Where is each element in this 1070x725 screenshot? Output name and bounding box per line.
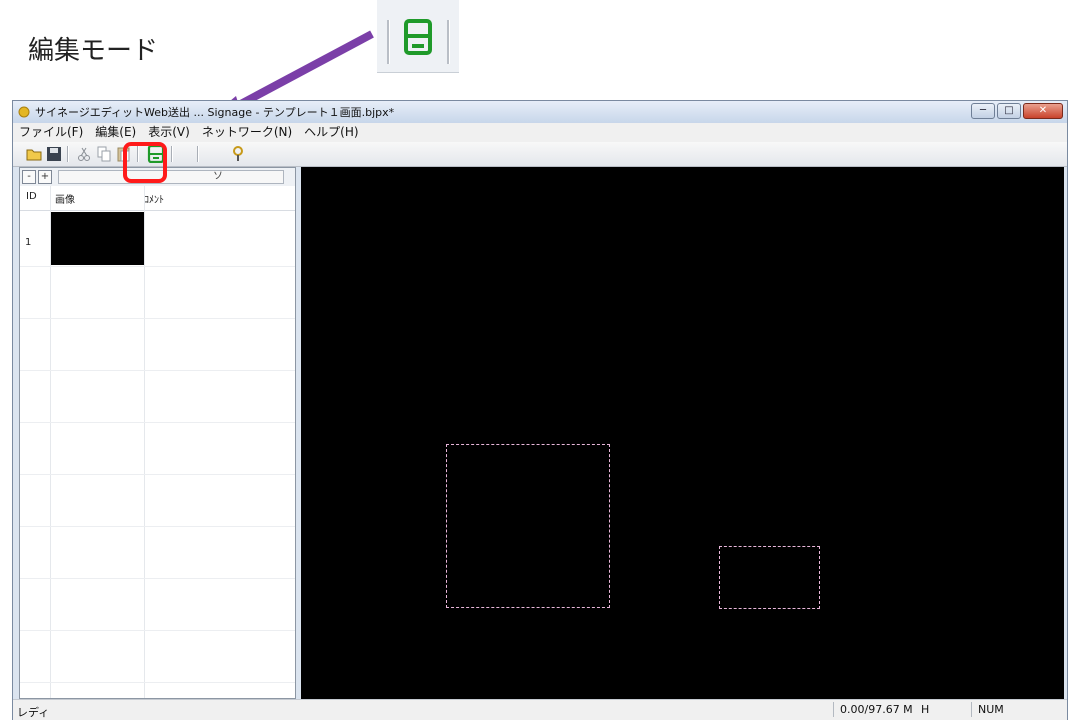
content-zone[interactable] [719, 546, 820, 609]
maximize-button[interactable]: □ [997, 103, 1021, 119]
zoomed-toolbar-snippet [377, 0, 459, 73]
column-header-comment[interactable]: ｺﾒﾝﾄ [144, 191, 164, 206]
column-header-image[interactable]: 画像 [55, 191, 75, 206]
menu-view[interactable]: 表示(V) [142, 123, 196, 142]
table-row-id[interactable]: 1 [25, 237, 31, 248]
menu-edit[interactable]: 編集(E) [89, 123, 142, 142]
grid-line [20, 266, 295, 267]
panel-tab[interactable]: ソ [58, 170, 284, 184]
grid-line [20, 370, 295, 371]
window-title: サイネージエディットWeb送出 ... Signage - テンプレート１画面.… [35, 106, 395, 119]
menu-file[interactable]: ファイル(F) [13, 123, 89, 142]
menu-network[interactable]: ネットワーク(N) [196, 123, 298, 142]
column-header-id[interactable]: ID [26, 191, 37, 202]
toolbar-separator [67, 146, 69, 162]
minimize-button[interactable]: ─ [971, 103, 995, 119]
toolbar-separator [447, 20, 450, 64]
menu-help[interactable]: ヘルプ(H) [298, 123, 364, 142]
cut-icon[interactable] [75, 145, 93, 163]
content-zone[interactable] [446, 444, 610, 608]
grid-line [20, 422, 295, 423]
table-header: ID 画像 ｺﾒﾝﾄ [20, 186, 295, 211]
grid-line [20, 682, 295, 683]
table-row-thumbnail[interactable] [51, 212, 144, 265]
edit-mode-callout-label: 編集モード [28, 36, 159, 66]
grid-line [20, 578, 295, 579]
toolbar-separator [171, 146, 173, 162]
status-mode: H [921, 703, 930, 716]
close-button[interactable]: ✕ [1023, 103, 1063, 119]
status-num: NUM [971, 702, 1038, 717]
layout-canvas[interactable] [301, 167, 1064, 699]
grid-line [20, 318, 295, 319]
window-controls: ─ □ ✕ [969, 103, 1063, 121]
status-memory: 0.00/97.67 M [833, 702, 918, 717]
help-icon[interactable] [229, 145, 247, 163]
save-icon[interactable] [45, 145, 63, 163]
grid-line [144, 186, 145, 698]
toolbar-separator [387, 20, 390, 64]
edit-mode-highlight [123, 142, 167, 183]
toolbar [13, 142, 1067, 167]
expand-button[interactable]: + [38, 170, 52, 184]
app-window: サイネージエディットWeb送出 ... Signage - テンプレート１画面.… [12, 100, 1068, 720]
content-list-panel: - + ソ ID 画像 ｺﾒﾝﾄ 1 [19, 167, 296, 699]
status-bar: レディ 0.00/97.67 M H NUM [13, 699, 1067, 720]
app-icon [18, 106, 30, 118]
edit-mode-icon [404, 19, 432, 55]
collapse-button[interactable]: - [22, 170, 36, 184]
title-bar: サイネージエディットWeb送出 ... Signage - テンプレート１画面.… [13, 101, 1067, 123]
grid-line [20, 474, 295, 475]
menu-bar: ファイル(F) 編集(E) 表示(V) ネットワーク(N) ヘルプ(H) [13, 123, 1067, 142]
open-folder-icon[interactable] [25, 145, 43, 163]
toolbar-separator [197, 146, 199, 162]
grid-line [20, 526, 295, 527]
grid-line [20, 630, 295, 631]
status-ready-text: レディ [17, 706, 50, 719]
copy-icon[interactable] [95, 145, 113, 163]
